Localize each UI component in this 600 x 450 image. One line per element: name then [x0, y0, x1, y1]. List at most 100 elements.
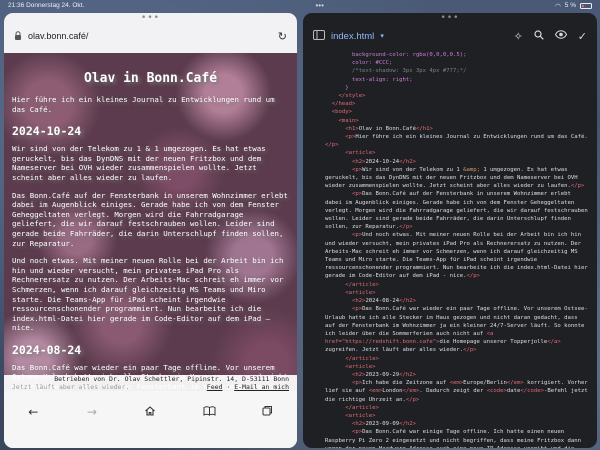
code-token: <p>: [325, 380, 363, 387]
code-token: <body>: [325, 109, 352, 116]
code-line[interactable]: </article>: [307, 281, 597, 289]
code-token: &amp;: [463, 166, 480, 173]
checkmark-icon[interactable]: ✓: [578, 30, 587, 43]
code-text: color: #CCC;: [325, 59, 597, 67]
code-token: </em>: [506, 380, 524, 387]
code-token: <p>: [325, 166, 363, 173]
line-gutter: [307, 355, 325, 363]
eye-icon[interactable]: [554, 29, 567, 43]
code-token: Olav in Bonn.Café: [358, 125, 416, 132]
feed-link[interactable]: Feed: [207, 383, 223, 391]
window-grabber[interactable]: •••: [441, 14, 460, 23]
code-line[interactable]: <p>Und noch etwas. Mit meiner neuen Roll…: [307, 231, 597, 280]
code-line[interactable]: <p>Hier führe ich ein kleines Journal zu…: [307, 133, 597, 149]
code-line[interactable]: </article>: [307, 355, 597, 363]
code-text: <h2>2024-10-24</h2>: [325, 158, 597, 166]
line-gutter: [307, 297, 325, 305]
code-line[interactable]: <h2>2023-09-09</h2>: [307, 420, 597, 428]
safari-window: ••• olav.bonn.café/ ↻ Olav in Bonn.Café …: [4, 13, 297, 448]
code-line[interactable]: </head>: [307, 100, 597, 108]
code-token: <p>: [325, 232, 363, 239]
code-line[interactable]: <p>Das Bonn.Café war wieder ein paar Tag…: [307, 305, 597, 354]
home-icon[interactable]: [140, 405, 160, 420]
page-title: Olav in Bonn.Café: [83, 71, 218, 86]
code-line[interactable]: <p>Ich habe die Zeitzone auf <em>Europe/…: [307, 379, 597, 404]
code-token: </em>: [402, 388, 420, 395]
code-line[interactable]: <h2>2024-08-24</h2>: [307, 297, 597, 305]
code-editor[interactable]: background-color: rgba(0,0,0,0.5); color…: [303, 51, 597, 448]
code-token: </p>: [399, 224, 413, 231]
url-text[interactable]: olav.bonn.café/: [28, 31, 272, 41]
code-line[interactable]: </style>: [307, 92, 597, 100]
chevron-down-icon[interactable]: ▾: [380, 32, 384, 40]
code-token: </article>: [325, 355, 379, 362]
code-token: <h2>: [325, 298, 366, 305]
code-token: <article>: [325, 150, 376, 157]
code-token: <h1>: [325, 125, 359, 132]
code-line[interactable]: <article>: [307, 363, 597, 371]
code-token: background-color: rgba(0,0,0,0.5);: [325, 52, 467, 58]
line-gutter: [307, 149, 325, 157]
code-token: </a>: [547, 339, 561, 346]
article-paragraph: Und noch etwas. Mit meiner neuen Rolle b…: [12, 256, 284, 333]
code-line[interactable]: <p>Das Bonn.Café war einige Tage offline…: [307, 428, 597, 448]
code-line[interactable]: /*text-shadow: 3px 3px 4px #777;*/: [307, 67, 597, 75]
code-token: <p>: [325, 191, 363, 198]
line-gutter: [307, 363, 325, 371]
code-line[interactable]: <main>: [307, 117, 597, 125]
code-token: </h2>: [399, 158, 416, 165]
code-line[interactable]: <p>Das Bonn.Café auf der Fensterbank in …: [307, 190, 597, 231]
lock-icon: [14, 30, 22, 42]
code-line[interactable]: <h1>Olav in Bonn.Café</h1>: [307, 125, 597, 133]
code-line[interactable]: <article>: [307, 289, 597, 297]
code-token: Wir sind von der Telekom zu 1: [362, 166, 464, 173]
code-line[interactable]: <p>Wir sind von der Telekom zu 1 &amp; 1…: [307, 166, 597, 191]
code-line[interactable]: <h2>2023-09-29</h2>: [307, 371, 597, 379]
code-text: <body>: [325, 108, 597, 116]
code-text: </article>: [325, 355, 597, 363]
code-line[interactable]: }: [307, 84, 597, 92]
code-text: <article>: [325, 363, 597, 371]
code-line[interactable]: <h2>2024-10-24</h2>: [307, 158, 597, 166]
line-gutter: [307, 379, 325, 404]
code-line[interactable]: <article>: [307, 412, 597, 420]
back-icon[interactable]: ←: [23, 405, 43, 419]
code-text: <p>Wir sind von der Telekom zu 1 &amp; 1…: [325, 166, 597, 191]
window-grabber[interactable]: •••: [141, 14, 160, 23]
reload-icon[interactable]: ↻: [278, 30, 287, 43]
article-date: 2024-10-24: [12, 124, 82, 139]
email-link[interactable]: E-Mail an mich: [234, 383, 289, 391]
code-token: </p>: [570, 183, 585, 190]
sparkle-icon[interactable]: ✧: [514, 30, 523, 43]
code-text: <main>: [325, 117, 597, 125]
code-token: <p>: [325, 429, 363, 436]
code-text: text-align: right;: [325, 76, 597, 84]
forward-icon[interactable]: →: [82, 405, 102, 419]
code-token: <em>: [368, 388, 383, 395]
code-token: <h2>: [325, 158, 366, 165]
code-line[interactable]: <article>: [307, 149, 597, 157]
code-line[interactable]: <body>: [307, 108, 597, 116]
article-date: 2024-08-24: [12, 342, 82, 357]
file-name[interactable]: index.html: [331, 31, 374, 42]
address-bar[interactable]: olav.bonn.café/ ↻: [14, 25, 287, 47]
code-line[interactable]: text-align: right;: [307, 76, 597, 84]
code-token: <p>: [325, 134, 356, 141]
code-token: </p>: [405, 396, 420, 403]
footer-separator: ·: [226, 382, 231, 391]
code-line[interactable]: color: #CCC;: [307, 59, 597, 67]
search-icon[interactable]: [534, 29, 544, 43]
tabs-icon[interactable]: [258, 405, 278, 419]
code-line[interactable]: background-color: rgba(0,0,0,0.5);: [307, 51, 597, 59]
code-text: <p>Das Bonn.Café auf der Fensterbank in …: [325, 190, 597, 231]
code-token: Und noch etwas. Mit meiner neuen Rolle b…: [325, 232, 592, 280]
code-token: Hier führe ich ein kleines Journal zu En…: [355, 134, 588, 141]
editor-toolbar: index.html ▾ ✧ ✓: [303, 25, 597, 47]
article-paragraph: Wir sind von der Telekom zu 1 & 1 umgezo…: [12, 144, 266, 182]
code-token: </code>: [520, 388, 544, 395]
sidebar-icon[interactable]: [313, 29, 325, 43]
wifi-icon: ◠: [555, 2, 561, 10]
bookmarks-icon[interactable]: [199, 405, 219, 419]
code-token: <article>: [325, 363, 376, 370]
code-line[interactable]: </article>: [307, 404, 597, 412]
